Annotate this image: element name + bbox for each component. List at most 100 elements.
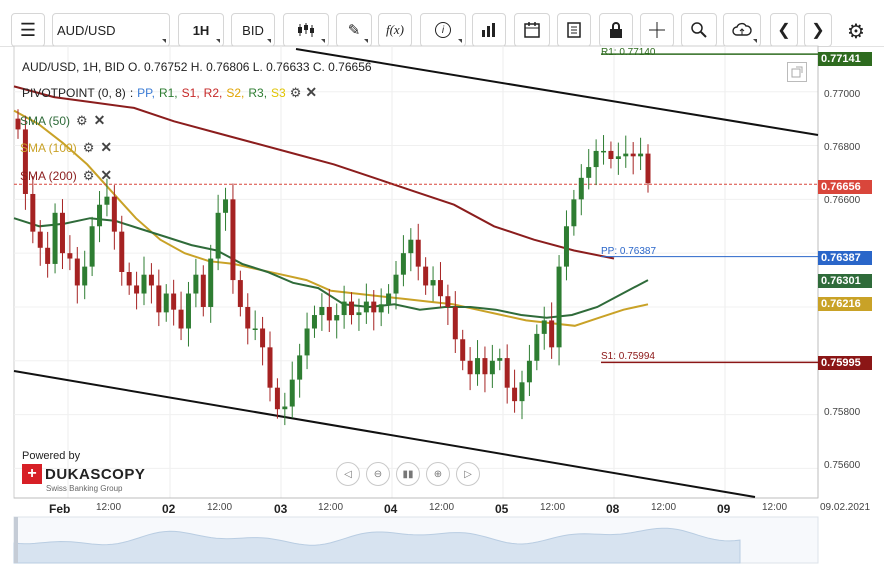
zoom-out-icon: ⊖ — [373, 468, 383, 480]
triangle-right-icon: ▷ — [464, 468, 472, 480]
navigator-handle-left — [14, 517, 18, 563]
x-tick: 04 — [384, 502, 398, 516]
sma100-legend: SMA (100) ⚙ ✕ — [20, 139, 112, 156]
x-tick: 12:00 — [540, 502, 566, 513]
pp-level-label: PP: 0.76387 — [601, 246, 657, 257]
candle-body — [482, 358, 488, 375]
candle-body — [30, 193, 36, 232]
candle-body — [260, 328, 266, 348]
brand-logo: + DUKASCOPY — [22, 464, 145, 484]
pivot-level-name: R1, — [158, 85, 178, 100]
gear-icon[interactable]: ⚙ — [83, 140, 95, 156]
zoom-out-button[interactable]: ⊖ — [366, 462, 390, 486]
candle-body — [400, 253, 406, 275]
candle-body — [526, 360, 532, 383]
fit-icon: ▮▮ — [402, 468, 414, 480]
candle-body — [378, 304, 384, 313]
zoom-in-icon: ⊕ — [433, 468, 443, 480]
candle-body — [549, 320, 555, 348]
candle-body — [208, 258, 214, 307]
candle-body — [297, 355, 303, 380]
candle-body — [497, 358, 503, 361]
candle-body — [571, 199, 577, 227]
candle-body — [245, 306, 251, 329]
candle-body — [311, 315, 317, 329]
candle-body — [437, 280, 443, 297]
candle-body — [89, 226, 95, 267]
candle-body — [408, 239, 414, 254]
r1-price-tag: 0.77141 — [818, 52, 872, 66]
candle-body — [623, 153, 629, 157]
candle-body — [601, 150, 607, 153]
navigator-chart[interactable] — [13, 516, 819, 564]
pivot-level-list: PP, R1, S1, R2, S2, R3, S3 — [137, 86, 286, 100]
pan-right-button[interactable]: ▷ — [456, 462, 480, 486]
pivot-level-name: S1, — [181, 85, 200, 100]
grid — [13, 45, 819, 499]
candle-body — [282, 406, 288, 410]
triangle-left-icon: ◁ — [344, 468, 352, 480]
candle-body — [126, 272, 132, 286]
candle-body — [252, 328, 258, 330]
candle-body — [638, 153, 644, 157]
sma200-legend: SMA (200) ⚙ ✕ — [20, 167, 112, 184]
pp-price-tag: 0.76387 — [818, 251, 872, 265]
pivot-level-name: S3 — [271, 85, 286, 100]
candle-body — [475, 358, 481, 375]
gear-icon[interactable]: ⚙ — [290, 85, 302, 101]
candle-body — [556, 266, 562, 348]
close-icon[interactable]: ✕ — [100, 167, 112, 184]
candle-body — [371, 301, 377, 313]
branding: Powered by + DUKASCOPY Swiss Banking Gro… — [22, 450, 145, 493]
x-tick: 03 — [274, 502, 288, 516]
candle-body — [423, 266, 429, 286]
candle-body — [37, 231, 43, 248]
ohlc-legend: AUD/USD, 1H, BID O. 0.76752 H. 0.76806 L… — [22, 60, 372, 74]
candle-body — [512, 387, 518, 402]
pivot-indicator-label: PIVOTPOINT (0, 8) — [22, 85, 126, 100]
swiss-cross-icon: + — [22, 464, 42, 484]
candle-body — [645, 153, 651, 184]
brand-tagline: Swiss Banking Group — [46, 484, 123, 493]
candle-body — [267, 347, 273, 388]
candle-body — [608, 150, 614, 159]
x-tick: 12:00 — [96, 502, 122, 513]
gear-icon[interactable]: ⚙ — [83, 168, 95, 184]
pan-left-button[interactable]: ◁ — [336, 462, 360, 486]
candle-body — [541, 320, 547, 334]
candle-body — [386, 293, 392, 305]
gear-icon[interactable]: ⚙ — [76, 113, 88, 129]
reset-zoom-button[interactable]: ▮▮ — [396, 462, 420, 486]
candle-body — [415, 239, 421, 267]
y-tick: 0.75600 — [824, 460, 861, 471]
close-icon[interactable]: ✕ — [305, 84, 317, 101]
expand-icon[interactable] — [787, 62, 807, 82]
candle-body — [171, 293, 177, 310]
pivot-level-name: S2, — [226, 85, 245, 100]
candle-body — [430, 280, 436, 286]
candle-body — [274, 387, 280, 410]
sma50-price-tag: 0.76301 — [818, 274, 872, 288]
candle-body — [452, 306, 458, 340]
candle-body — [141, 274, 147, 294]
candle-body — [467, 360, 473, 375]
x-tick: 12:00 — [318, 502, 344, 513]
candle-body — [460, 339, 466, 361]
candle-body — [289, 379, 295, 407]
candle-body — [593, 150, 599, 168]
zoom-in-button[interactable]: ⊕ — [426, 462, 450, 486]
close-icon[interactable]: ✕ — [100, 139, 112, 156]
candle-body — [45, 247, 51, 264]
candle-body — [200, 274, 206, 307]
close-icon[interactable]: ✕ — [94, 112, 106, 129]
candle-body — [134, 285, 140, 294]
candle-body — [334, 315, 340, 321]
candle-body — [82, 266, 88, 286]
candle-body — [230, 199, 236, 281]
candle-body — [215, 212, 221, 259]
y-tick: 0.75800 — [824, 407, 861, 418]
x-tick: 12:00 — [651, 502, 677, 513]
x-tick: 09 — [717, 502, 731, 516]
pivot-level-name: R3, — [248, 85, 268, 100]
pivot-level-name: R2, — [203, 85, 223, 100]
